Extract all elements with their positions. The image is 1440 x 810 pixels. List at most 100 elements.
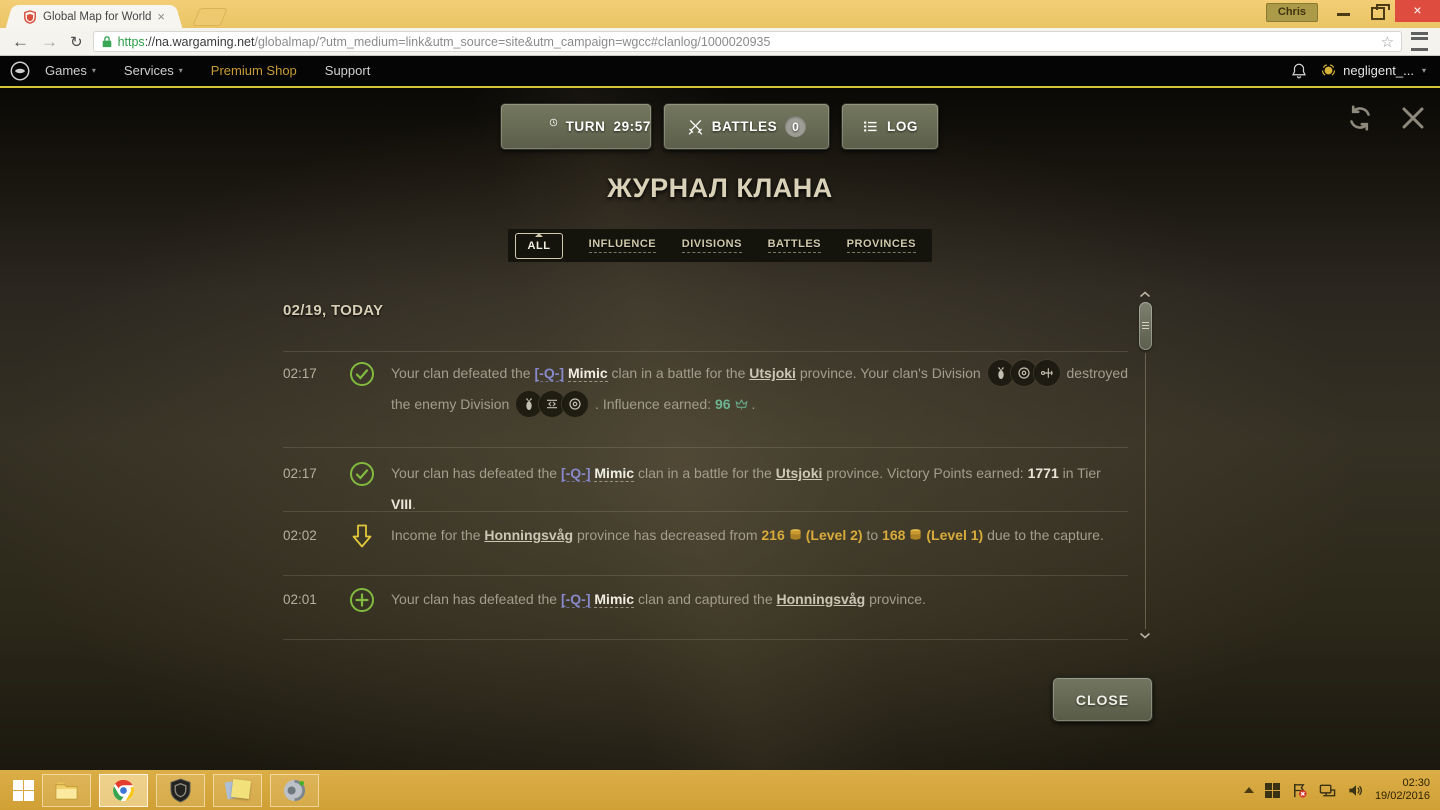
province-link[interactable]: Utsjoki: [776, 465, 823, 481]
entry-separator: [283, 351, 1128, 352]
volume-icon[interactable]: [1347, 782, 1364, 799]
page-title: ЖУРНАЛ КЛАНА: [0, 173, 1440, 204]
tab-provinces[interactable]: PROVINCES: [847, 238, 916, 253]
log-text: 216: [761, 527, 784, 543]
nav-item-support[interactable]: Support: [325, 63, 371, 78]
gold-coins-icon: [908, 528, 923, 541]
log-entry: 02:17Your clan has defeated the [-Q-] Mi…: [283, 458, 1128, 520]
refresh-icon[interactable]: [1346, 104, 1374, 132]
window-minimize-button[interactable]: [1337, 13, 1350, 16]
tab-title: Global Map for World of T: [43, 11, 153, 23]
entry-text: Income for the Honningsvåg province has …: [391, 520, 1128, 551]
clan-tag[interactable]: [-Q-]: [535, 365, 565, 382]
province-link[interactable]: Honningsvåg: [777, 591, 866, 607]
division-icons[interactable]: [516, 391, 588, 417]
tab-close-icon[interactable]: ×: [157, 10, 165, 23]
windows-taskbar: 02:30 19/02/2016: [0, 770, 1440, 810]
tab-influence[interactable]: INFLUENCE: [589, 238, 656, 253]
scrollbar-track[interactable]: [1145, 353, 1146, 629]
province-link[interactable]: Honningsvåg: [484, 527, 573, 543]
clan-tag[interactable]: [-Q-]: [561, 591, 591, 608]
close-button[interactable]: CLOSE: [1052, 677, 1153, 722]
window-close-button[interactable]: ×: [1395, 0, 1440, 22]
log-text: in Tier: [1059, 465, 1101, 481]
new-tab-button[interactable]: [192, 8, 227, 26]
globalmap-clanlog-page: TURN 29:57 BATTLES 0 LOG ЖУРНАЛ КЛАНА AL…: [0, 88, 1440, 770]
log-label: LOG: [887, 119, 918, 134]
address-bar[interactable]: https ://na.wargaming.net /globalmap/?ut…: [93, 31, 1403, 52]
close-overlay-x-icon[interactable]: [1399, 104, 1427, 132]
nav-item-premium-shop[interactable]: Premium Shop: [211, 63, 297, 78]
taskbar-clock[interactable]: 02:30 19/02/2016: [1375, 777, 1430, 803]
log-scrollbar[interactable]: [1136, 291, 1154, 639]
action-center-flag-icon[interactable]: [1291, 782, 1308, 799]
user-menu[interactable]: negligent_... ▾: [1320, 62, 1426, 79]
list-icon: [862, 118, 879, 135]
log-text: Your clan has defeated the: [391, 591, 561, 607]
division-icons[interactable]: [988, 360, 1060, 386]
forward-button[interactable]: →: [41, 33, 58, 50]
entry-text: Your clan has defeated the [-Q-] Mimic c…: [391, 584, 1128, 615]
clan-name-link[interactable]: Mimic: [594, 591, 634, 608]
log-text: clan and captured the: [634, 591, 776, 607]
down-arrow-icon: [333, 520, 391, 549]
start-button-icon[interactable]: [13, 780, 34, 801]
province-link[interactable]: Utsjoki: [749, 365, 796, 381]
tab-battles[interactable]: BATTLES: [768, 238, 821, 253]
nav-item-games[interactable]: Games▾: [45, 63, 96, 78]
clan-tag[interactable]: [-Q-]: [561, 465, 591, 482]
log-text: 96: [715, 396, 731, 412]
entry-time: 02:01: [283, 584, 333, 615]
clanlog-entries-area: 02/19, TODAY 02:17Your clan defeated the…: [283, 288, 1128, 648]
turn-label: TURN: [566, 119, 606, 134]
taskbar-teamspeak-icon[interactable]: [270, 774, 319, 807]
scroll-down-icon: [1139, 632, 1151, 639]
wargaming-favicon-icon: [23, 10, 37, 24]
clan-name-link[interactable]: Mimic: [594, 465, 634, 482]
turn-timer: 29:57: [613, 119, 651, 134]
log-entry: 02:02Income for the Honningsvåg province…: [283, 520, 1128, 551]
window-restore-button[interactable]: [1371, 7, 1385, 20]
gold-coins-icon: [788, 528, 803, 541]
back-button[interactable]: ←: [12, 33, 29, 50]
browser-tab[interactable]: Global Map for World of T ×: [16, 5, 172, 28]
wargaming-logo-icon[interactable]: [9, 60, 31, 82]
url-path: /globalmap/?utm_medium=link&utm_source=s…: [254, 35, 1374, 49]
url-host: ://na.wargaming.net: [145, 35, 255, 49]
network-icon[interactable]: [1319, 782, 1336, 799]
log-button[interactable]: LOG: [841, 103, 939, 150]
entry-separator: [283, 639, 1128, 640]
log-text: (Level 2): [806, 527, 863, 543]
scrollbar-thumb[interactable]: [1139, 302, 1152, 350]
log-text: 168: [882, 527, 905, 543]
hud-buttons: TURN 29:57 BATTLES 0 LOG: [500, 103, 939, 150]
battles-label: BATTLES: [712, 119, 777, 134]
tray-windows-icon[interactable]: [1265, 783, 1280, 798]
nav-item-services[interactable]: Services▾: [124, 63, 183, 78]
log-text: .: [412, 496, 416, 512]
bookmark-star-icon[interactable]: ☆: [1381, 33, 1394, 51]
chrome-profile-button[interactable]: Chris: [1266, 3, 1318, 22]
taskbar-chrome-icon[interactable]: [99, 774, 148, 807]
chrome-menu-icon[interactable]: [1411, 32, 1428, 51]
log-text: . Influence earned:: [591, 396, 715, 412]
clock-icon: [549, 118, 558, 135]
battles-button[interactable]: BATTLES 0: [663, 103, 830, 150]
notifications-bell-icon[interactable]: [1290, 62, 1308, 80]
taskbar-file-explorer-icon[interactable]: [42, 774, 91, 807]
taskbar-sticky-notes-icon[interactable]: [213, 774, 262, 807]
tab-divisions[interactable]: DIVISIONS: [682, 238, 742, 253]
log-text: VIII: [391, 496, 412, 512]
log-text: (Level 1): [926, 527, 983, 543]
log-text: province.: [865, 591, 926, 607]
reload-button[interactable]: ↻: [70, 33, 83, 51]
https-lock-icon: [101, 34, 113, 49]
clan-name-link[interactable]: Mimic: [568, 365, 608, 382]
wargaming-navbar: Games▾ Services▾ Premium Shop Support ne…: [0, 55, 1440, 88]
tab-all[interactable]: ALL: [515, 233, 563, 259]
clan-emblem-icon: [1320, 62, 1337, 79]
show-hidden-icons-chevron[interactable]: [1244, 787, 1254, 793]
turn-button[interactable]: TURN 29:57: [500, 103, 652, 150]
log-entry: 02:01 Your clan has defeated the [-Q-] Mi…: [283, 584, 1128, 615]
taskbar-world-of-tanks-icon[interactable]: [156, 774, 205, 807]
